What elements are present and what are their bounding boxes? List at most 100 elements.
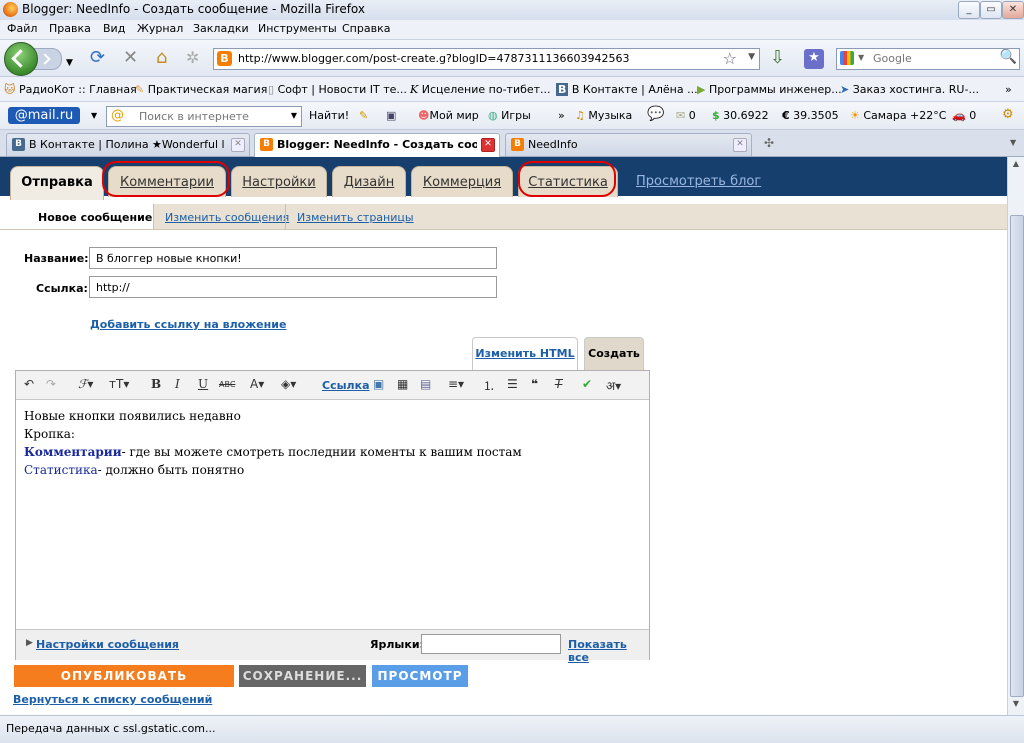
search-input[interactable] <box>871 51 995 66</box>
bookmark-healing[interactable]: K Исцеление по-тибет... <box>410 83 551 96</box>
tab-blogger-create[interactable]: B Blogger: NeedInfo - Создать соо... ✕ <box>254 133 500 157</box>
show-all-labels-link[interactable]: Показать все <box>568 638 649 664</box>
close-window-button[interactable]: ✕ <box>1002 1 1024 19</box>
redo-icon[interactable]: ↷ <box>46 377 56 391</box>
font-icon[interactable]: ℱ▾ <box>78 377 93 391</box>
more-mailru-icon[interactable]: » <box>558 109 565 122</box>
scroll-thumb[interactable] <box>1010 215 1024 697</box>
engine-dropdown-icon[interactable]: ▼ <box>858 53 864 62</box>
spellcheck-icon[interactable]: ✔ <box>582 377 592 391</box>
title-field[interactable] <box>89 247 497 269</box>
tab-needinfo[interactable]: B NeedInfo ✕ <box>505 133 752 156</box>
subtab-edit-pages[interactable]: Изменить страницы <box>297 211 414 224</box>
mailru-dropdown-icon[interactable]: ▼ <box>91 111 97 120</box>
back-to-posts-link[interactable]: Вернуться к списку сообщений <box>13 693 212 706</box>
post-editor[interactable]: ↶ ↷ ℱ▾ тT▾ B I U ABC A▾ ◈▾ Ссылка ▣ ▦ ▤ … <box>15 370 650 664</box>
menu-bookmarks[interactable]: Закладки <box>193 22 249 35</box>
mailru-logo[interactable]: @mail.ru <box>8 107 80 124</box>
transliteration-icon[interactable]: अ▾ <box>606 377 621 394</box>
menu-history[interactable]: Журнал <box>137 22 183 35</box>
bookmark-manager-icon[interactable]: ★ <box>804 49 824 69</box>
history-dropdown-icon[interactable]: ▼ <box>66 54 73 72</box>
subtab-edit-posts[interactable]: Изменить сообщения <box>165 211 289 224</box>
download-icon[interactable]: ⇩ <box>770 49 785 67</box>
settings-gear-icon[interactable]: ⚙ <box>1002 107 1014 122</box>
italic-icon[interactable]: I <box>175 377 180 391</box>
insert-video-icon[interactable]: ▦ <box>397 377 408 391</box>
bookmark-star-icon[interactable]: ☆ <box>723 49 737 68</box>
expand-arrow-icon[interactable]: ▶ <box>26 638 33 648</box>
saving-button[interactable]: СОХРАНЕНИЕ... <box>239 665 366 687</box>
close-tab-icon[interactable]: ✕ <box>231 138 245 152</box>
bullet-list-icon[interactable]: ☰ <box>507 377 518 391</box>
close-tab-icon[interactable]: ✕ <box>733 138 747 152</box>
reload-icon[interactable]: ⟳ <box>90 49 105 67</box>
tab-posting[interactable]: Отправка <box>10 166 104 200</box>
scroll-up-icon[interactable]: ▲ <box>1010 159 1022 173</box>
stop-icon[interactable]: ✕ <box>123 49 138 67</box>
menu-view[interactable]: Вид <box>103 22 125 35</box>
page-search-icon[interactable]: ▣ <box>386 109 396 122</box>
quote-icon[interactable]: ❝ <box>531 377 538 391</box>
forward-button[interactable] <box>34 48 62 70</box>
align-icon[interactable]: ≡▾ <box>448 377 464 391</box>
insert-link-button[interactable]: Ссылка <box>322 379 370 392</box>
editor-body[interactable]: Новые кнопки появились недавно Кропка: К… <box>24 407 522 479</box>
traffic-widget[interactable]: 🚗 0 <box>952 109 976 122</box>
vertical-scrollbar[interactable]: ▲ ▼ <box>1007 157 1024 715</box>
mail-counter[interactable]: ✉ 0 <box>676 109 696 122</box>
bookmark-magic[interactable]: ✎ Практическая магия <box>135 83 267 96</box>
menu-tools[interactable]: Инструменты <box>258 22 337 35</box>
tab-design[interactable]: Дизайн <box>332 166 406 197</box>
close-tab-icon[interactable]: ✕ <box>481 138 495 152</box>
labels-input[interactable] <box>421 634 561 654</box>
text-color-icon[interactable]: A▾ <box>250 377 264 391</box>
home-icon[interactable]: ⌂ <box>156 49 167 67</box>
mailru-search-input[interactable] <box>137 109 291 124</box>
bookmark-radiokot[interactable]: 🐱 РадиоКот :: Главная <box>4 83 137 96</box>
url-dropdown-icon[interactable]: ▼ <box>748 52 755 62</box>
bold-icon[interactable]: B <box>151 377 161 391</box>
games-link[interactable]: ◍ Игры <box>488 109 531 122</box>
address-bar[interactable]: B http://www.blogger.com/post-create.g?b… <box>213 48 760 70</box>
url-text[interactable]: http://www.blogger.com/post-create.g?blo… <box>238 52 630 65</box>
weather-widget[interactable]: ☀ Самара +22°C <box>850 109 946 122</box>
undo-icon[interactable]: ↶ <box>24 377 34 391</box>
minimize-button[interactable]: _ <box>958 1 980 19</box>
usd-rate[interactable]: $ 30.6922 <box>712 109 769 122</box>
tab-list-icon[interactable]: ▼ <box>1010 138 1016 147</box>
insert-image-icon[interactable]: ▣ <box>373 377 384 391</box>
numbered-list-icon[interactable]: ⒈ <box>483 377 495 394</box>
underline-icon[interactable]: U <box>198 377 208 391</box>
tab-settings[interactable]: Настройки <box>231 166 327 197</box>
bookmark-programs[interactable]: ▶ Программы инженер... <box>697 83 842 96</box>
my-world-link[interactable]: ☻Мой мир <box>418 109 479 122</box>
new-tab-icon[interactable]: ✣ <box>764 136 774 150</box>
search-box[interactable]: ▼ 🔍 <box>836 48 1020 70</box>
tab-vkontakte[interactable]: B В Контакте | Полина ★Wonderful life...… <box>6 133 250 156</box>
clear-format-icon[interactable]: T̶ <box>555 377 562 391</box>
page-break-icon[interactable]: ▤ <box>420 377 431 391</box>
view-blog-link[interactable]: Просмотреть блог <box>636 174 761 189</box>
edit-html-tab[interactable]: Изменить HTML <box>472 337 578 370</box>
preview-button[interactable]: ПРОСМОТР <box>372 665 468 687</box>
post-settings-link[interactable]: Настройки сообщения <box>36 638 179 651</box>
bookmark-soft[interactable]: ▯ Софт | Новости IT те... <box>268 83 407 96</box>
bookmark-hosting[interactable]: ➤ Заказ хостинга. RU-... <box>840 83 979 96</box>
title-input[interactable] <box>94 251 488 266</box>
more-bookmarks-icon[interactable]: » <box>1005 83 1012 96</box>
menu-help[interactable]: Справка <box>342 22 390 35</box>
mailru-search-box[interactable]: @ ▼ <box>106 106 302 127</box>
tab-monetize[interactable]: Коммерция <box>411 166 513 197</box>
mailru-search-dropdown-icon[interactable]: ▼ <box>291 111 297 120</box>
compose-tab[interactable]: Создать <box>584 337 644 370</box>
strikethrough-icon[interactable]: ABC <box>219 380 235 389</box>
back-button[interactable] <box>4 42 38 76</box>
pencil-icon[interactable]: ✎ <box>359 109 368 122</box>
subtab-new-post[interactable]: Новое сообщение <box>38 211 152 224</box>
scroll-down-icon[interactable]: ▼ <box>1010 699 1022 713</box>
publish-button[interactable]: ОПУБЛИКОВАТЬ СООБЩЕНИЕ <box>14 665 234 705</box>
menu-file[interactable]: Файл <box>7 22 37 35</box>
chat-icon[interactable]: 💬 <box>647 106 664 122</box>
music-link[interactable]: ♫ Музыка <box>575 109 632 122</box>
